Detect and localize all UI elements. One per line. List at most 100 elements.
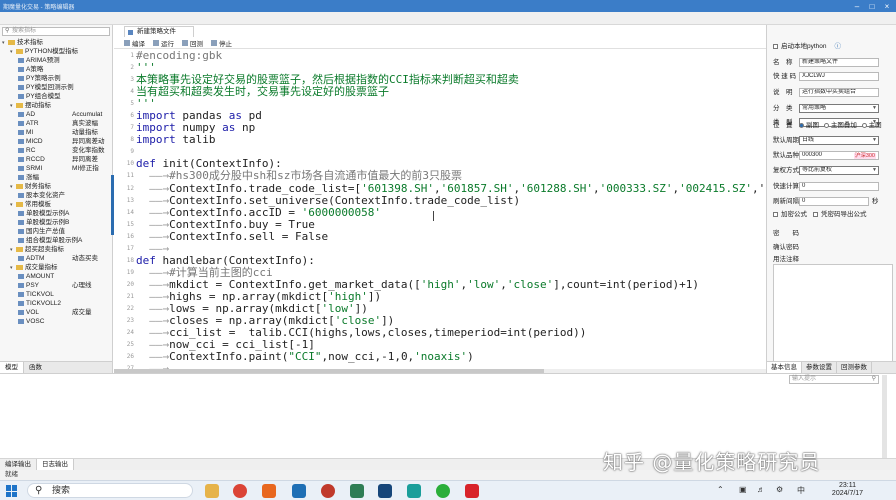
record-app-icon[interactable] (321, 484, 335, 498)
network-icon[interactable]: ▣ (739, 485, 747, 494)
tab-model[interactable]: 模型 (0, 362, 24, 373)
tree-item[interactable]: ATR 真实波幅 (0, 119, 112, 128)
enable-python-option[interactable]: 启动本地python ⓘ (773, 42, 841, 52)
output-scrollbar[interactable] (882, 375, 887, 460)
tree-item[interactable]: MI 动量指标 (0, 128, 112, 137)
tree-item[interactable]: PSY 心理线 (0, 281, 112, 290)
tree-folder[interactable]: ▾ 成交量指标 (0, 263, 112, 272)
tree-item[interactable]: MICD 异同离差动 (0, 137, 112, 146)
tree-folder[interactable]: ▾ 超买超卖指标 (0, 245, 112, 254)
wps-app-icon[interactable] (465, 484, 479, 498)
tree-folder[interactable]: ▾ PYTHON模型指标 (0, 47, 112, 56)
adjust-select[interactable]: 等比前复权 ▼ (799, 166, 879, 175)
minimize-icon[interactable]: – (850, 0, 864, 12)
windows-start-icon[interactable] (6, 485, 18, 497)
bars-field[interactable]: 0 (799, 182, 879, 191)
tree-folder[interactable]: ▾ 技术指标 (0, 38, 112, 47)
tree-item[interactable]: RCCD 异同离差 (0, 155, 112, 164)
chevron-up-icon[interactable]: ⌃ (717, 485, 724, 494)
taskbar-search[interactable]: ⚲ 搜索 (27, 483, 193, 498)
run-button[interactable]: 运行 (153, 38, 174, 48)
abbr-field[interactable]: XJCLWJ (799, 72, 879, 81)
tab-strategy-file[interactable]: 新建策略文件 (124, 26, 194, 37)
volume-icon[interactable]: ♬ (757, 485, 765, 494)
search-icon: ⚲ (871, 376, 876, 382)
tree-item[interactable]: PY模型回测示例 (0, 83, 112, 92)
tree-item[interactable]: TICKVOLL2 (0, 299, 112, 308)
tree-item[interactable]: 单股模型示例B (0, 218, 112, 227)
tab-compile-output[interactable]: 编译输出 (0, 459, 37, 470)
tree-item[interactable]: 涨幅 (0, 173, 112, 182)
tree-item[interactable]: A策略 (0, 65, 112, 74)
firefox-app-icon[interactable] (262, 484, 276, 498)
tree-item[interactable]: 国内生产总值 (0, 227, 112, 236)
close-icon[interactable]: × (880, 0, 894, 12)
code-token: ContextInfo.paint( (169, 350, 289, 364)
category-select[interactable]: 常用策略 ▼ (799, 104, 879, 113)
tree-folder[interactable]: ▾ 摆动指标 (0, 101, 112, 110)
code-line[interactable]: ——→ContextInfo.paint("CCI",now_cci,-1,0,… (136, 351, 766, 363)
name-field[interactable]: 新建策略文件 (799, 58, 879, 67)
output-search-input[interactable]: 输入提示 ⚲ (789, 375, 879, 384)
enable-python-checkbox[interactable] (773, 43, 778, 49)
indicator-search-input[interactable]: ⚲ 搜索指标 (2, 27, 110, 36)
tab-params[interactable]: 参数设置 (802, 362, 837, 373)
position-option-2[interactable]: 主图 (861, 122, 882, 129)
tab-backtest-params[interactable]: 回测参数 (837, 362, 872, 373)
folder-app-icon[interactable] (205, 484, 219, 498)
tree-item[interactable]: ARIMA预测 (0, 56, 112, 65)
help-icon[interactable]: ⓘ (835, 43, 842, 50)
tree-folder[interactable]: ▾ 财务指标 (0, 182, 112, 191)
tree-item[interactable]: RC 变化率指数 (0, 146, 112, 155)
tree-item[interactable]: 组合模型单股示例A (0, 236, 112, 245)
tree-item[interactable]: PY组合模型 (0, 92, 112, 101)
tree-item[interactable]: PY策略示例 (0, 74, 112, 83)
desc-field[interactable]: 运行指数中买卖组合 (799, 88, 879, 97)
code-line[interactable]: #encoding:gbk (136, 50, 766, 62)
tree-item[interactable]: ADTM 动态买卖 (0, 254, 112, 263)
gear-icon[interactable]: ⚙ (776, 485, 783, 494)
code-line[interactable]: ——→ContextInfo.sell = False (136, 230, 766, 243)
taskbar-clock[interactable]: 23:11 2024/7/17 (820, 482, 875, 498)
tree-item[interactable]: AD Accumulat (0, 110, 112, 119)
edge-app-icon[interactable] (407, 484, 421, 498)
tree-item[interactable]: 股本变化资产 (0, 191, 112, 200)
tab-functions[interactable]: 函数 (24, 362, 47, 373)
indicator-icon (18, 291, 24, 297)
tree-item[interactable]: VOL 成交量 (0, 308, 112, 317)
export-checkbox[interactable] (813, 211, 818, 217)
indicator-icon (18, 282, 24, 288)
terminal-app-icon[interactable] (292, 484, 306, 498)
input-method-label[interactable]: 中 (797, 485, 805, 496)
position-option-0[interactable]: 副图 (799, 122, 819, 129)
code-lines[interactable]: #encoding:gbk ''' 本策略事先设定好交易的股票篮子，然后根据指数的C… (136, 50, 766, 370)
encrypt-checkbox[interactable] (773, 211, 778, 217)
wechat-app-icon[interactable] (436, 484, 450, 498)
refresh-field[interactable]: 0 (799, 197, 869, 206)
product-field[interactable]: 000300 沪深300 (799, 151, 879, 160)
code-line[interactable]: import numpy as np (136, 122, 766, 134)
notes-textarea[interactable] (773, 264, 893, 364)
tree-item[interactable]: VOSC (0, 317, 112, 326)
code-line[interactable]: import talib (136, 134, 766, 146)
tree-item[interactable]: TICKVOL (0, 290, 112, 299)
tab-log-output[interactable]: 日志输出 (37, 459, 74, 470)
maximize-icon[interactable]: □ (865, 0, 879, 12)
notes-app-icon[interactable] (350, 484, 364, 498)
tab-basic-info[interactable]: 基本信息 (767, 362, 802, 373)
tree-item[interactable]: SRMI MI修正指 (0, 164, 112, 173)
tree-folder[interactable]: ▾ 常用模板 (0, 200, 112, 209)
period-select[interactable]: 日线 ▼ (799, 136, 879, 145)
code-line[interactable]: 当有超买和超卖发生时，交易事先设定好的股票篮子 (136, 86, 766, 98)
chrome-app-icon[interactable] (233, 484, 247, 498)
stop-button[interactable]: 停止 (211, 38, 232, 48)
code-area[interactable]: 1 2 3 4 5 6 7 8 9 10 11 12 13 14 15 16 17 18 19 20 21 22 23 24 2… (114, 50, 766, 370)
compile-button[interactable]: 编译 (124, 38, 145, 48)
backtest-button[interactable]: 回测 (182, 38, 203, 48)
position-option-1[interactable]: 主图叠加 (823, 122, 857, 129)
media-app-icon[interactable] (378, 484, 392, 498)
encrypt-option[interactable]: 加密公式 凭密码导出公式 (773, 210, 867, 220)
line-number: 11 (126, 172, 134, 180)
tree-item[interactable]: AMOUNT (0, 272, 112, 281)
tree-item[interactable]: 单股模型示例A (0, 209, 112, 218)
